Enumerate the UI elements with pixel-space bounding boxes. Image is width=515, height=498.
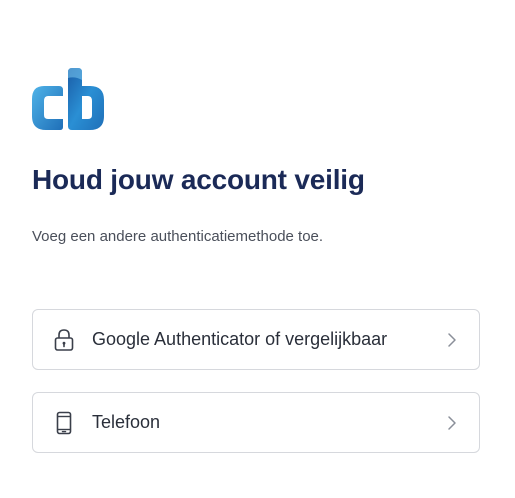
option-label: Google Authenticator of vergelijkbaar [92, 329, 388, 349]
phone-icon [56, 411, 72, 435]
chevron-right-icon [448, 333, 456, 347]
lock-icon [54, 329, 74, 351]
option-label: Telefoon [92, 412, 161, 432]
page-subtitle: Voeg een andere authenticatiemethode toe… [32, 228, 324, 245]
chevron-right-icon [448, 416, 456, 430]
page-title: Houd jouw account veilig [32, 164, 365, 195]
cb-logo [32, 68, 104, 130]
option-authenticator-app[interactable]: Google Authenticator of vergelijkbaar [32, 309, 480, 370]
option-phone[interactable]: Telefoon [32, 392, 480, 453]
